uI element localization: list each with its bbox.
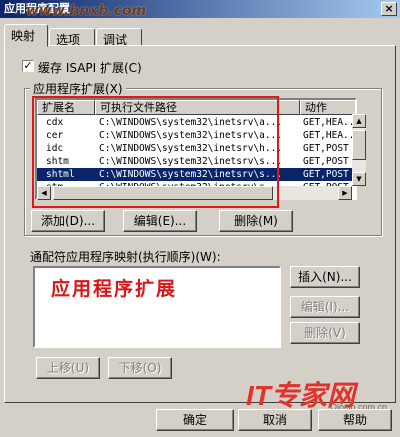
table-row-selected[interactable]: shtml C:\WINDOWS\system32\inetsrv\s... G… xyxy=(37,168,355,181)
move-down-button[interactable]: 下移(O) xyxy=(108,357,172,379)
remove-extension-button[interactable]: 删除(M) xyxy=(219,210,293,232)
horizontal-scroll-thumb[interactable] xyxy=(53,186,273,200)
close-button[interactable]: × xyxy=(381,2,397,16)
cancel-button[interactable]: 取消 xyxy=(238,409,312,431)
column-extension[interactable]: 扩展名 xyxy=(37,100,95,115)
title-bar: 应用程序配置 www.bnxb.com × xyxy=(0,0,400,19)
wildcard-map-list[interactable]: 应用程序扩展 xyxy=(33,266,281,348)
table-row[interactable]: idc C:\WINDOWS\system32\inetsrv\h... GET… xyxy=(37,142,355,155)
extensions-list[interactable]: 扩展名 可执行文件路径 动作 cdx C:\WINDOWS\system32\i… xyxy=(35,98,357,200)
insert-wildcard-button[interactable]: 插入(N)... xyxy=(290,266,360,288)
table-row[interactable]: cer C:\WINDOWS\system32\inetsrv\a... GET… xyxy=(37,129,355,142)
move-up-button[interactable]: 上移(U) xyxy=(36,357,100,379)
tab-options[interactable]: 选项 xyxy=(49,28,95,47)
column-path[interactable]: 可执行文件路径 xyxy=(95,100,300,115)
tab-debug[interactable]: 调试 xyxy=(96,28,142,47)
ok-button[interactable]: 确定 xyxy=(156,409,234,431)
scroll-right-icon[interactable]: ▶ xyxy=(338,186,352,200)
scroll-up-icon[interactable]: ▲ xyxy=(352,114,366,128)
cache-isapi-label: 缓存 ISAPI 扩展(C) xyxy=(38,61,142,75)
red-annotation-text: 应用程序扩展 xyxy=(51,278,178,300)
list-vertical-scrollbar[interactable]: ▲ ▼ xyxy=(352,114,366,186)
add-extension-button[interactable]: 添加(D)... xyxy=(31,210,105,232)
remove-wildcard-button[interactable]: 删除(V) xyxy=(290,322,360,344)
checkmark-icon: ✓ xyxy=(23,59,33,72)
close-icon: × xyxy=(384,2,394,15)
table-row[interactable]: cdx C:\WINDOWS\system32\inetsrv\a... GET… xyxy=(37,116,355,129)
list-horizontal-scrollbar[interactable]: ◀ ▶ xyxy=(37,186,352,200)
tab-mapping[interactable]: 映射 xyxy=(4,24,48,47)
cache-isapi-checkbox[interactable]: ✓ xyxy=(22,60,34,72)
wildcard-map-label: 通配符应用程序映射(执行顺序)(W): xyxy=(30,250,221,264)
list-header: 扩展名 可执行文件路径 动作 xyxy=(37,100,355,115)
scroll-left-icon[interactable]: ◀ xyxy=(37,186,51,200)
vertical-scroll-thumb[interactable] xyxy=(352,130,366,160)
edit-wildcard-button[interactable]: 编辑(I)... xyxy=(290,296,360,318)
list-rows: cdx C:\WINDOWS\system32\inetsrv\a... GET… xyxy=(37,116,355,194)
site-watermark: www.bnxb.com xyxy=(26,3,147,19)
extensions-group-label: 应用程序扩展(X) xyxy=(30,80,126,97)
edit-extension-button[interactable]: 编辑(E)... xyxy=(123,210,197,232)
column-verbs[interactable]: 动作 xyxy=(300,100,355,115)
help-button[interactable]: 帮助 xyxy=(318,409,392,431)
scroll-down-icon[interactable]: ▼ xyxy=(352,172,366,186)
table-row[interactable]: shtm C:\WINDOWS\system32\inetsrv\s... GE… xyxy=(37,155,355,168)
